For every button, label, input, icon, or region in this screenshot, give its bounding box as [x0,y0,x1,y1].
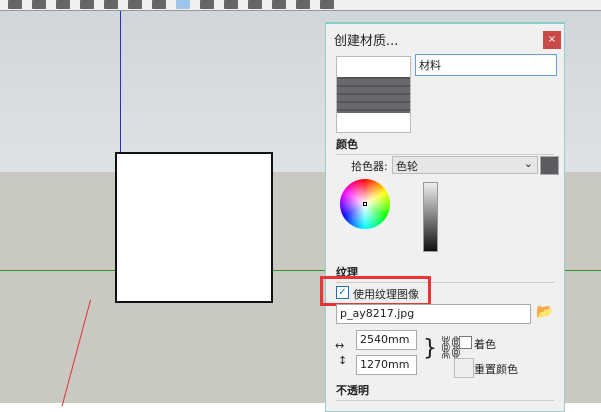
texture-file-input[interactable]: p_ay8217.jpg [336,304,531,324]
colorize-label: 着色 [474,338,496,351]
color-swatch[interactable] [540,156,559,175]
brick-texture-preview [337,77,410,113]
height-arrow-icon: ↕ [338,354,348,367]
reset-color-label[interactable]: 重置颜色 [474,361,518,377]
material-preview [336,56,411,133]
tool-icon[interactable] [104,0,118,9]
tool-icon[interactable] [200,0,214,9]
white-rectangle-face[interactable] [115,152,273,303]
picker-value: 色轮 [396,160,418,173]
tool-icon[interactable] [296,0,310,9]
chevron-down-icon: ⌄ [523,157,533,170]
material-name-input[interactable]: 材料 [415,54,557,76]
colorize-checkbox[interactable] [459,336,472,349]
tool-icon[interactable] [320,0,334,9]
dialog-title: 创建材质... [334,34,399,49]
brightness-slider[interactable] [423,182,438,252]
tool-icon-active[interactable] [176,0,190,9]
tool-icon[interactable] [80,0,94,9]
reset-color-swatch[interactable] [454,358,474,378]
opacity-section-heading: 不透明 [336,382,554,401]
texture-height-input[interactable]: 1270mm [356,355,417,375]
close-button[interactable]: × [543,31,561,49]
color-wheel-cursor [363,202,367,206]
highlight-box [320,276,431,306]
tool-icon[interactable] [152,0,166,9]
picker-label: 拾色器: [351,160,388,173]
color-wheel[interactable] [340,179,390,229]
toolbar [0,0,601,11]
create-material-dialog: 创建材质... × 材料 颜色 拾色器: 色轮 ⌄ 纹理 ✓ 使用纹理图像 p_a… [320,22,565,412]
width-arrow-icon: ↔ [335,339,345,352]
tool-icon[interactable] [128,0,142,9]
blue-axis [120,11,121,152]
tool-icon[interactable] [272,0,286,9]
texture-width-input[interactable]: 2540mm [356,330,417,350]
tool-icon[interactable] [32,0,46,9]
tool-icon[interactable] [248,0,262,9]
open-folder-icon[interactable]: 📂 [536,304,553,320]
tool-icon[interactable] [56,0,70,9]
color-section-heading: 颜色 [336,136,554,155]
color-picker-select[interactable]: 色轮 ⌄ [392,156,538,174]
tool-icon[interactable] [224,0,238,9]
tool-icon[interactable] [8,0,22,9]
